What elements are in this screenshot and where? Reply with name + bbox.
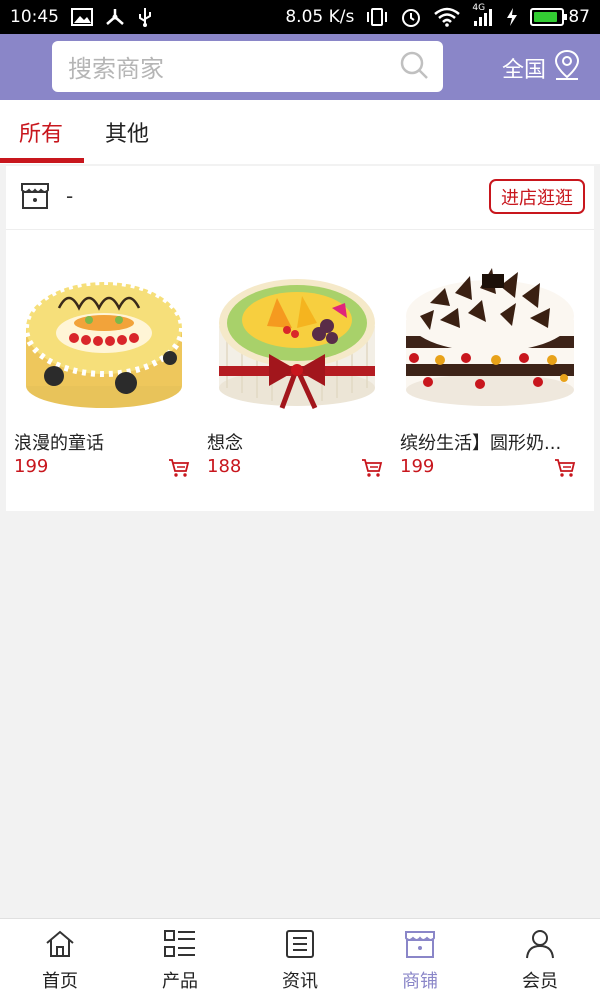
- screenshot-notification-icon: [71, 8, 93, 26]
- battery-percent: 87: [568, 7, 590, 27]
- search-input[interactable]: 搜索商家: [52, 41, 443, 92]
- store-card: - 进店逛逛 浪漫的童话 199 想念 188 缤纷生活】圆形奶... 199: [6, 166, 594, 511]
- nav-label: 首页: [42, 971, 78, 992]
- region-selector[interactable]: 全国: [502, 49, 582, 87]
- cake-image-black-forest[interactable]: [400, 248, 580, 418]
- product-name[interactable]: 浪漫的童话: [14, 429, 194, 455]
- nav-label: 产品: [162, 971, 198, 992]
- store-icon: [404, 929, 436, 963]
- cake-image-fruit-ribbon[interactable]: [207, 248, 387, 418]
- status-right: 8.05 K/s 4G 87: [285, 3, 590, 28]
- category-tabs: 所有 其他: [0, 100, 600, 164]
- nav-home[interactable]: 首页: [0, 919, 120, 1000]
- region-label: 全国: [502, 58, 547, 83]
- battery-indicator: 87: [530, 7, 590, 27]
- vibrate-icon: [366, 7, 388, 27]
- alarm-icon: [400, 6, 422, 28]
- store-icon: [20, 180, 50, 216]
- product-name[interactable]: 想念: [207, 429, 387, 455]
- battery-cap: [564, 14, 568, 20]
- store-header: - 进店逛逛: [6, 166, 594, 230]
- nav-stores[interactable]: 商铺: [360, 919, 480, 1000]
- battery-fill: [534, 12, 557, 22]
- product-card[interactable]: 缤纷生活】圆形奶... 199: [398, 248, 580, 498]
- add-to-cart-icon[interactable]: [168, 458, 190, 482]
- usb-icon: [137, 6, 153, 28]
- network-speed: 8.05 K/s: [285, 7, 355, 27]
- product-card[interactable]: 想念 188: [205, 248, 387, 498]
- network-type: 4G: [472, 3, 486, 13]
- nav-label: 资讯: [282, 971, 318, 992]
- product-price: 188: [207, 456, 242, 477]
- charging-icon: [506, 7, 518, 27]
- tab-other[interactable]: 其他: [105, 116, 149, 148]
- search-icon[interactable]: [399, 50, 429, 84]
- product-price: 199: [14, 456, 49, 477]
- active-tab-indicator: [0, 158, 84, 163]
- product-price: 199: [400, 456, 435, 477]
- news-icon: [284, 929, 316, 963]
- location-pin-icon: [552, 49, 582, 87]
- status-bar: 10:45 8.05 K/s 4G 87: [0, 0, 600, 34]
- nav-label: 商铺: [402, 971, 438, 992]
- status-time: 10:45: [10, 7, 59, 27]
- tab-all[interactable]: 所有: [19, 116, 63, 148]
- signal-icon: 4G: [472, 3, 494, 27]
- home-icon: [44, 929, 76, 963]
- cake-image-fruit-swirl[interactable]: [14, 248, 194, 418]
- nav-label: 会员: [522, 971, 558, 992]
- grid-list-icon: [163, 929, 197, 963]
- status-left: 10:45: [10, 6, 153, 28]
- user-icon: [524, 929, 556, 963]
- visit-store-button[interactable]: 进店逛逛: [489, 179, 585, 214]
- add-to-cart-icon[interactable]: [361, 458, 383, 482]
- nav-member[interactable]: 会员: [480, 919, 600, 1000]
- product-card[interactable]: 浪漫的童话 199: [12, 248, 194, 498]
- add-to-cart-icon[interactable]: [554, 458, 576, 482]
- battery-icon: [530, 8, 568, 26]
- store-name: -: [66, 184, 74, 208]
- wifi-icon: [434, 7, 461, 27]
- nav-products[interactable]: 产品: [120, 919, 240, 1000]
- share-icon: [105, 7, 125, 27]
- nav-news[interactable]: 资讯: [240, 919, 360, 1000]
- header-bar: 搜索商家 全国: [0, 34, 600, 100]
- product-name[interactable]: 缤纷生活】圆形奶...: [400, 429, 580, 455]
- bottom-navigation: 首页 产品 资讯 商铺 会员: [0, 918, 600, 1000]
- search-placeholder: 搜索商家: [68, 55, 164, 83]
